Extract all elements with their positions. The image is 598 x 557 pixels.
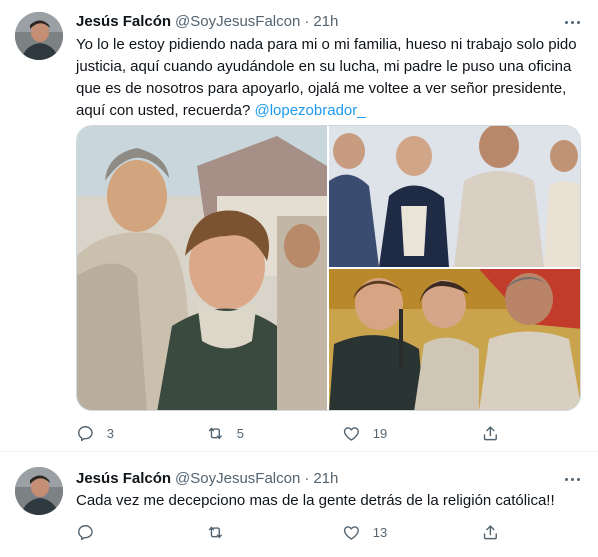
reply-button[interactable]: [76, 523, 107, 542]
media-photo-3[interactable]: [329, 269, 580, 410]
retweet-icon: [208, 526, 222, 539]
tweet[interactable]: Jesús Falcón @SoyJesusFalcon · 21h Yo lo…: [0, 0, 598, 452]
retweet-button[interactable]: 5: [206, 424, 244, 443]
avatar[interactable]: [15, 467, 63, 515]
timestamp[interactable]: 21h: [313, 469, 338, 489]
tweet-text: Yo lo le estoy pidiendo nada para mi o m…: [76, 34, 581, 122]
separator-dot: ·: [304, 13, 310, 30]
reply-count: 3: [106, 425, 114, 441]
more-options-button[interactable]: [560, 12, 584, 32]
share-button[interactable]: [481, 523, 500, 542]
like-icon: [343, 427, 359, 441]
reply-button[interactable]: 3: [76, 424, 114, 443]
avatar[interactable]: [15, 12, 63, 60]
tweet-text: Cada vez me decepciono mas de la gente d…: [76, 492, 555, 509]
author-handle[interactable]: @SoyJesusFalcon: [175, 12, 300, 32]
like-button[interactable]: 19: [342, 424, 387, 443]
tweet[interactable]: Jesús Falcón @SoyJesusFalcon · 21h Cada …: [0, 453, 598, 557]
share-button[interactable]: [481, 424, 500, 443]
share-icon: [483, 426, 497, 441]
author-name[interactable]: Jesús Falcón: [76, 469, 171, 489]
retweet-count: 5: [236, 425, 244, 441]
reply-icon: [78, 426, 93, 442]
author-name[interactable]: Jesús Falcón: [76, 12, 171, 32]
tweet-header: Jesús Falcón @SoyJesusFalcon · 21h: [76, 469, 338, 489]
media-grid[interactable]: [76, 125, 581, 411]
more-icon: [564, 477, 568, 481]
retweet-icon: [208, 427, 222, 440]
reply-icon: [78, 525, 93, 541]
author-handle[interactable]: @SoyJesusFalcon: [175, 469, 300, 489]
retweet-button[interactable]: [206, 523, 237, 542]
separator-dot: ·: [304, 470, 310, 487]
timestamp[interactable]: 21h: [313, 12, 338, 32]
like-icon: [343, 526, 359, 540]
tweet-header: Jesús Falcón @SoyJesusFalcon · 21h: [76, 12, 338, 32]
like-count: 19: [372, 425, 388, 441]
more-icon: [564, 20, 568, 24]
media-photo-2[interactable]: [329, 126, 580, 267]
mention-link[interactable]: @lopezobrador_: [254, 102, 365, 119]
tweet-actions: 13: [76, 523, 506, 543]
like-count: 13: [372, 524, 388, 540]
share-icon: [483, 525, 497, 540]
more-options-button[interactable]: [560, 469, 584, 489]
tweet-actions: 3 5 19: [76, 424, 506, 444]
like-button[interactable]: 13: [342, 523, 387, 542]
media-photo-1[interactable]: [77, 126, 327, 410]
